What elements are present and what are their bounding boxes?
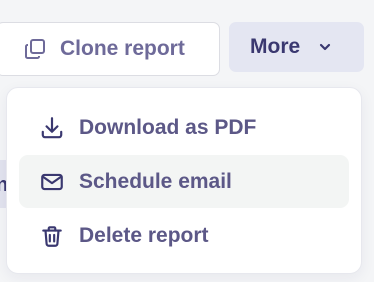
menu-item-label: Download as PDF — [79, 115, 257, 139]
menu-item-delete-report[interactable]: Delete report — [19, 209, 349, 262]
menu-item-label: Delete report — [79, 223, 209, 247]
trash-icon — [39, 223, 65, 249]
more-label: More — [250, 35, 301, 58]
menu-item-label: Schedule email — [79, 169, 232, 193]
download-icon — [39, 115, 65, 141]
chevron-down-icon — [317, 39, 333, 55]
menu-item-schedule-email[interactable]: Schedule email — [19, 155, 349, 208]
more-dropdown-menu: Download as PDF Schedule email Delete re… — [6, 87, 362, 274]
clone-report-label: Clone report — [60, 37, 185, 60]
clone-report-button[interactable]: Clone report — [0, 22, 220, 76]
more-button[interactable]: More — [229, 22, 364, 72]
mail-icon — [39, 169, 65, 195]
menu-item-download-pdf[interactable]: Download as PDF — [19, 101, 349, 154]
copy-icon — [23, 37, 47, 61]
